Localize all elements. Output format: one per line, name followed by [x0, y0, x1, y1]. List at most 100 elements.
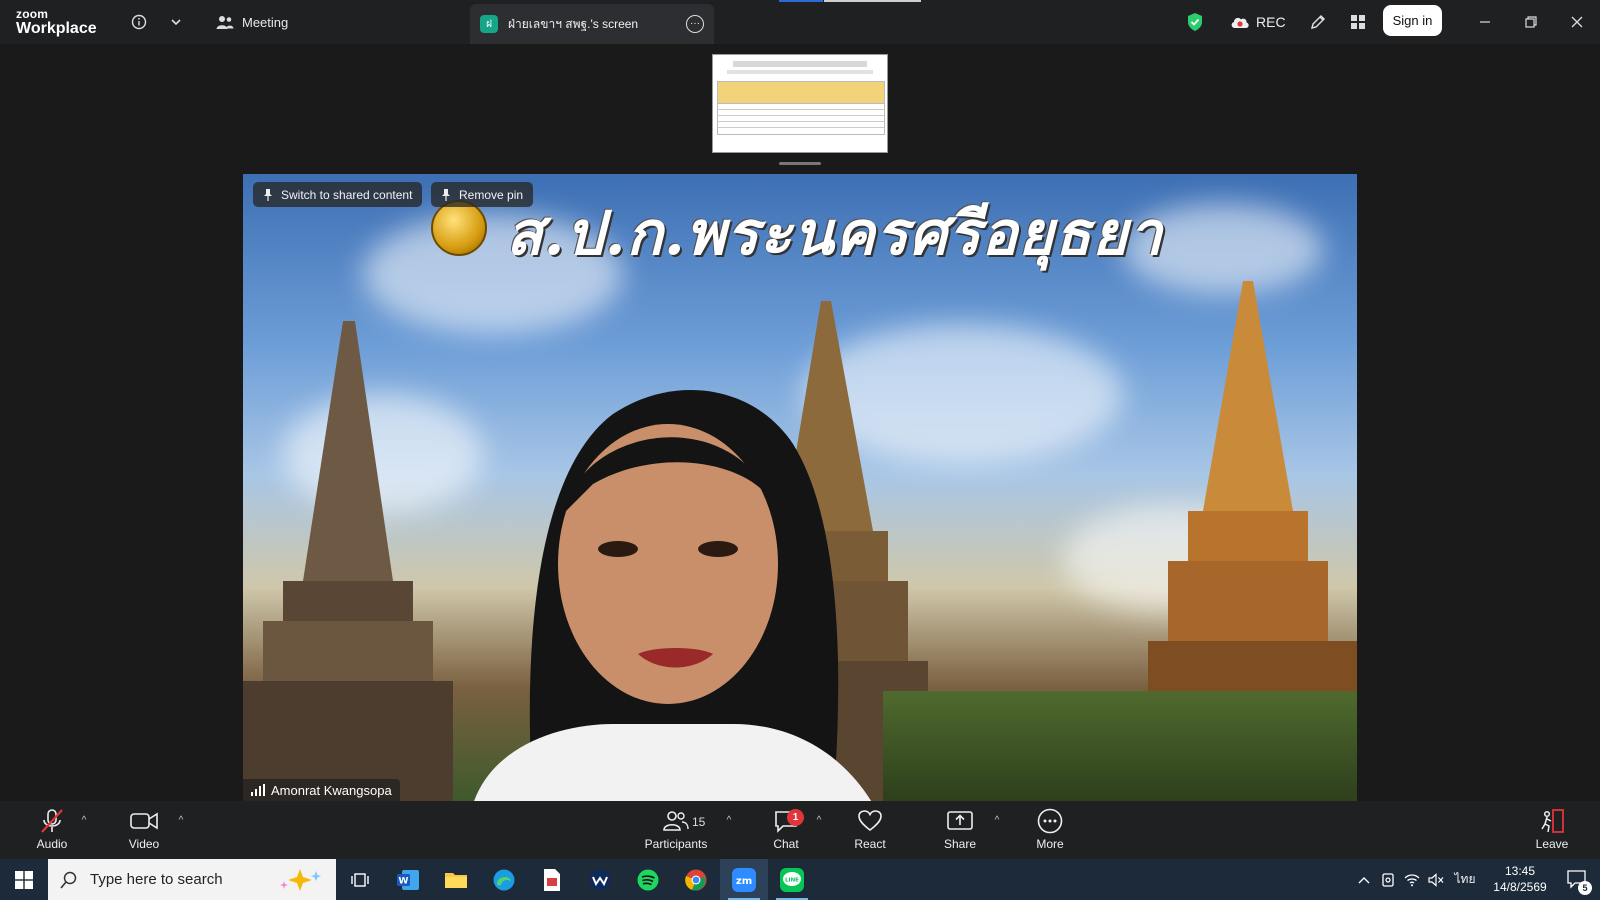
- meeting-label: Meeting: [242, 14, 289, 30]
- background-title: ส.ป.ก.พระนครศรีอยุธยา: [506, 199, 1164, 269]
- signal-strength-icon: [251, 784, 265, 796]
- line-app-icon[interactable]: LINE: [768, 859, 816, 900]
- tab-indicator-blue: [779, 0, 823, 2]
- document-app-icon[interactable]: [528, 859, 576, 900]
- thumbnail-table: [717, 81, 885, 135]
- chrome-app-icon[interactable]: [672, 859, 720, 900]
- brand-top: zoom: [16, 7, 49, 21]
- shared-screen-tab[interactable]: ฝ ฝ่ายเลขาฯ สพฐ.'s screen ···: [470, 4, 714, 44]
- restore-icon[interactable]: [1519, 10, 1543, 34]
- shared-content-thumbnail[interactable]: [712, 54, 888, 153]
- file-explorer-icon[interactable]: [432, 859, 480, 900]
- close-icon[interactable]: [1565, 10, 1589, 34]
- shared-screen-label: ฝ่ายเลขาฯ สพฐ.'s screen: [508, 16, 639, 31]
- rec-label: REC: [1256, 14, 1286, 30]
- speaker-name: Amonrat Kwangsopa: [271, 782, 392, 798]
- tab-indicator-gray: [824, 0, 921, 2]
- clock-date: 14/8/2569: [1493, 880, 1547, 894]
- participants-options-caret[interactable]: ^: [722, 813, 736, 827]
- video-camera-icon: [130, 809, 158, 833]
- notification-center-button[interactable]: 5: [1560, 859, 1596, 900]
- chat-unread-badge: 1: [787, 809, 804, 826]
- more-label: More: [1036, 837, 1064, 851]
- sharer-avatar: ฝ: [480, 15, 498, 33]
- search-placeholder: Type here to search: [90, 871, 223, 888]
- leave-door-icon: [1539, 809, 1565, 833]
- more-button[interactable]: More: [1015, 808, 1085, 855]
- svg-text:LINE: LINE: [785, 877, 799, 883]
- meeting-button[interactable]: Meeting: [216, 10, 288, 34]
- video-options-caret[interactable]: ^: [174, 813, 188, 827]
- windows-logo-icon: [15, 870, 33, 889]
- share-label: Share: [943, 837, 977, 851]
- zoom-logo: zoom Workplace: [16, 8, 97, 37]
- svg-text:W: W: [399, 876, 409, 886]
- info-icon[interactable]: [127, 10, 151, 34]
- participants-count: 15: [692, 815, 706, 829]
- microphone-muted-icon: [39, 809, 65, 833]
- ellipsis-icon: [1037, 808, 1063, 834]
- seal-emblem: [431, 200, 487, 256]
- taskbar-search-box[interactable]: Type here to search: [48, 859, 336, 900]
- brand-bottom: Workplace: [16, 20, 97, 37]
- remove-pin-button[interactable]: Remove pin: [431, 182, 534, 207]
- svg-text:zm: zm: [736, 876, 752, 887]
- people-icon: [216, 16, 234, 29]
- volume-muted-icon[interactable]: [1424, 859, 1448, 900]
- video-label: Video: [128, 837, 160, 851]
- speaker-video: ส.ป.ก.พระนครศรีอยุธยา Switch to shared c…: [243, 174, 1357, 801]
- meeting-stage: ส.ป.ก.พระนครศรีอยุธยา Switch to shared c…: [0, 44, 1600, 801]
- windows-start-button[interactable]: [0, 859, 48, 900]
- video-button[interactable]: Video: [109, 809, 179, 855]
- speaker-person: [474, 390, 872, 801]
- switch-to-shared-label: Switch to shared content: [281, 187, 413, 202]
- windows-taskbar: Type here to search W zm LINE ไทย 13:45 …: [0, 859, 1600, 900]
- leave-label: Leave: [1535, 837, 1569, 851]
- chevron-down-icon[interactable]: [164, 10, 188, 34]
- pin-icon: [264, 188, 272, 201]
- remove-pin-label: Remove pin: [459, 187, 524, 202]
- participants-icon: [663, 809, 689, 833]
- zoom-app-icon[interactable]: zm: [720, 859, 768, 900]
- audio-label: Audio: [36, 837, 68, 851]
- show-hidden-icons-chevron[interactable]: [1352, 859, 1376, 900]
- minimize-icon[interactable]: [1473, 10, 1497, 34]
- search-icon: [60, 871, 77, 889]
- record-button[interactable]: REC: [1230, 10, 1286, 34]
- meeting-controls: Audio ^ Video ^ Participants 15 ^ Chat 1…: [0, 801, 1600, 859]
- taskbar-clock[interactable]: 13:45 14/8/2569: [1480, 863, 1560, 895]
- react-button[interactable]: React: [835, 809, 905, 855]
- thumbnail-drag-handle[interactable]: [779, 162, 821, 165]
- apps-grid-icon[interactable]: [1346, 10, 1370, 34]
- meet-now-icon[interactable]: [1376, 859, 1400, 900]
- webex-app-icon[interactable]: [576, 859, 624, 900]
- cloud-record-icon: [1231, 17, 1249, 28]
- notification-count-badge: 5: [1578, 881, 1592, 895]
- more-options-icon[interactable]: ···: [686, 15, 704, 33]
- input-language-indicator[interactable]: ไทย: [1450, 859, 1480, 900]
- audio-options-caret[interactable]: ^: [77, 813, 91, 827]
- clock-time: 13:45: [1504, 864, 1536, 878]
- spotify-app-icon[interactable]: [624, 859, 672, 900]
- annotate-pen-icon[interactable]: [1306, 10, 1330, 34]
- wifi-icon[interactable]: [1400, 859, 1424, 900]
- trees: [883, 691, 1357, 801]
- word-app-icon[interactable]: W: [384, 859, 432, 900]
- share-options-caret[interactable]: ^: [990, 813, 1004, 827]
- pin-icon: [442, 188, 450, 201]
- chat-options-caret[interactable]: ^: [812, 813, 826, 827]
- share-screen-icon: [947, 809, 973, 833]
- leave-button[interactable]: Leave: [1517, 809, 1587, 855]
- edge-browser-icon[interactable]: [480, 859, 528, 900]
- participants-label: Participants: [644, 837, 708, 851]
- shield-icon[interactable]: [1183, 10, 1207, 34]
- chat-button[interactable]: Chat: [751, 809, 821, 855]
- heart-icon: [857, 809, 883, 833]
- speaker-name-tag: Amonrat Kwangsopa: [243, 779, 400, 801]
- sign-in-button[interactable]: Sign in: [1383, 5, 1442, 36]
- switch-to-shared-button[interactable]: Switch to shared content: [253, 182, 423, 207]
- share-button[interactable]: Share: [925, 809, 995, 855]
- chat-label: Chat: [773, 837, 799, 851]
- title-bar: zoom Workplace Meeting ฝ ฝ่ายเลขาฯ สพฐ.'…: [0, 0, 1600, 44]
- task-view-icon[interactable]: [336, 859, 384, 900]
